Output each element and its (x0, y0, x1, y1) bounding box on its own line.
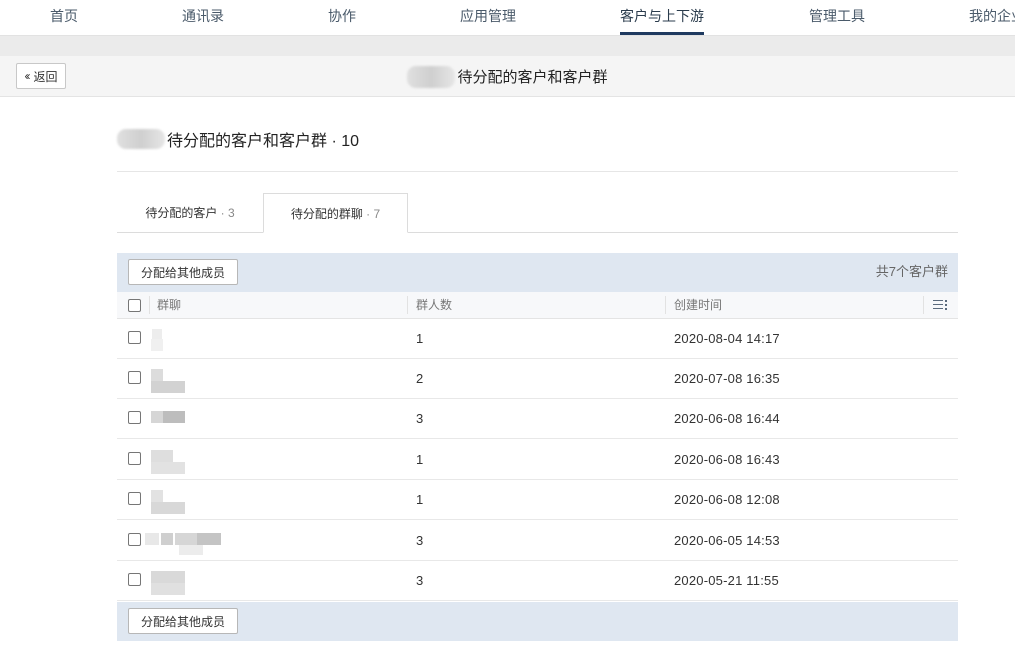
table-toolbar: 分配给其他成员 共7个客户群 (117, 253, 958, 292)
member-count: 1 (416, 331, 424, 346)
member-count: 3 (416, 533, 424, 548)
row-checkbox[interactable] (128, 331, 141, 344)
table-row[interactable]: 3 2020-05-21 11:55 (117, 561, 958, 601)
row-checkbox[interactable] (128, 492, 141, 505)
assign-to-member-button[interactable]: 分配给其他成员 (128, 259, 238, 285)
total-count: 共7个客户群 (875, 264, 948, 279)
created-time: 2020-06-08 12:08 (674, 492, 780, 507)
redacted-name (407, 65, 456, 88)
table-footer-toolbar: 分配给其他成员 (117, 602, 958, 641)
nav-item-my-enterprise[interactable]: 我的企业 (969, 0, 1015, 35)
created-time: 2020-07-08 16:35 (674, 371, 780, 386)
created-time: 2020-06-08 16:43 (674, 452, 780, 467)
column-header-created-time[interactable]: 创建时间 (674, 292, 722, 318)
nav-item-management-tools[interactable]: 管理工具 (809, 0, 865, 35)
column-separator (923, 296, 924, 314)
row-checkbox[interactable] (128, 371, 141, 384)
column-header-group-chat[interactable]: 群聊 (157, 292, 181, 318)
tab-count: · 7 (362, 207, 381, 221)
column-header-member-count[interactable]: 群人数 (416, 292, 452, 318)
tab-count: · 3 (217, 206, 235, 220)
assign-to-member-button-bottom[interactable]: 分配给其他成员 (128, 608, 238, 634)
tab-pending-group-chats[interactable]: 待分配的群聊 · 7 (263, 193, 408, 233)
top-nav: 首页 通讯录 协作 应用管理 客户与上下游 管理工具 我的企业 (0, 0, 1015, 36)
table-row[interactable]: 1 2020-06-08 16:43 (117, 440, 958, 480)
row-checkbox[interactable] (128, 573, 141, 586)
divider (117, 171, 958, 172)
nav-item-app-management[interactable]: 应用管理 (460, 0, 516, 35)
column-separator (665, 296, 666, 314)
section-title-text: 待分配的客户和客户群 · 10 (167, 133, 360, 150)
tab-label: 待分配的客户 (145, 206, 218, 220)
row-checkbox[interactable] (128, 411, 141, 424)
created-time: 2020-05-21 11:55 (674, 573, 779, 588)
table-row[interactable]: 1 2020-06-08 12:08 (117, 480, 958, 520)
table-header: 群聊 群人数 创建时间 (117, 292, 958, 319)
gray-band (0, 36, 1015, 56)
row-checkbox[interactable] (128, 533, 141, 546)
member-count: 3 (416, 411, 424, 426)
member-count: 2 (416, 371, 424, 386)
table-row[interactable]: 3 2020-06-05 14:53 (117, 521, 958, 561)
member-count: 1 (416, 492, 424, 507)
nav-item-home[interactable]: 首页 (50, 0, 78, 35)
table-row[interactable]: 1 2020-08-04 14:17 (117, 319, 958, 359)
column-separator (149, 296, 150, 314)
header-bar: ‹‹ 返回 待分配的客户和客户群 (0, 56, 1015, 97)
redacted-name (117, 129, 165, 149)
page-title-text: 待分配的客户和客户群 (457, 69, 608, 86)
select-all-checkbox[interactable] (128, 299, 141, 312)
column-separator (407, 296, 408, 314)
table-row[interactable]: 3 2020-06-08 16:44 (117, 399, 958, 439)
row-checkbox[interactable] (128, 452, 141, 465)
nav-item-customers[interactable]: 客户与上下游 (620, 0, 704, 35)
member-count: 1 (416, 452, 424, 467)
created-time: 2020-06-05 14:53 (674, 533, 780, 548)
tab-pending-customers[interactable]: 待分配的客户 · 3 (117, 193, 263, 233)
created-time: 2020-06-08 16:44 (674, 411, 780, 426)
tab-bar: 待分配的客户 · 3 待分配的群聊 · 7 (117, 193, 958, 233)
table-row[interactable]: 2 2020-07-08 16:35 (117, 359, 958, 399)
member-count: 3 (416, 573, 424, 588)
section-title: 待分配的客户和客户群 · 10 (117, 128, 359, 150)
column-settings-icon[interactable] (933, 300, 947, 310)
nav-item-collaboration[interactable]: 协作 (328, 0, 356, 35)
created-time: 2020-08-04 14:17 (674, 331, 780, 346)
nav-item-contacts[interactable]: 通讯录 (182, 0, 224, 35)
tab-label: 待分配的群聊 (290, 207, 363, 221)
page-title: 待分配的客户和客户群 (0, 56, 1015, 97)
